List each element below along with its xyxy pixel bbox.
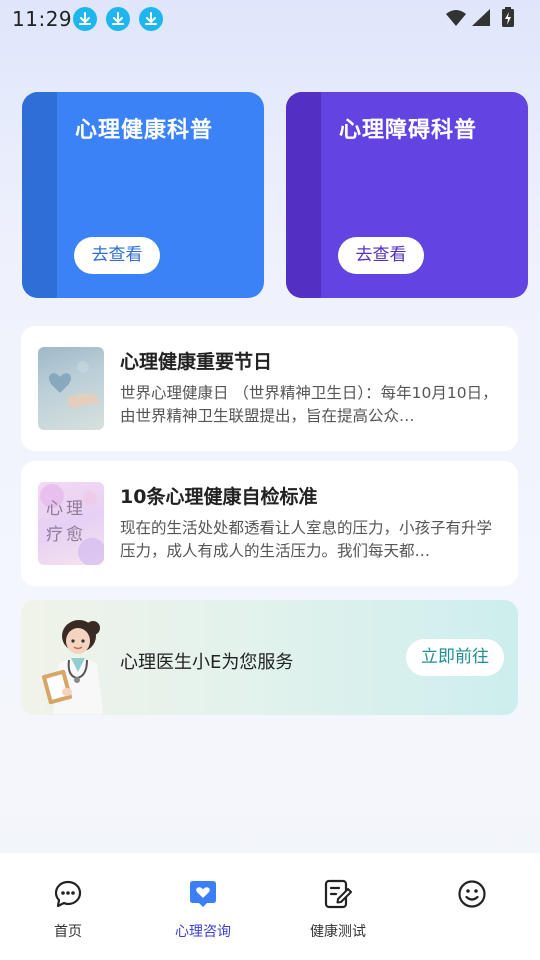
smiley-face-icon [458, 880, 486, 908]
wifi-icon [446, 10, 466, 26]
mental-disorder-science-card[interactable]: 心理障碍科普 去查看 [286, 92, 528, 298]
card-strip [22, 92, 57, 298]
chat-bubble-icon [54, 880, 82, 908]
heart-message-icon [190, 881, 216, 907]
status-icons [444, 6, 524, 30]
doctor-avatar [41, 620, 103, 714]
nav-item-profile[interactable] [417, 853, 527, 960]
download-icon [106, 7, 130, 31]
card-title: 心理障碍科普 [339, 118, 478, 143]
status-time: 11:29 [12, 7, 73, 31]
nav-item-health-test[interactable]: 健康测试 [283, 853, 393, 960]
nav-item-counseling[interactable]: 心理咨询 [148, 853, 258, 960]
mental-health-science-card[interactable]: 心理健康科普 去查看 [22, 92, 264, 298]
nav-label: 首页 [54, 924, 82, 940]
article-description: 世界心理健康日 （世界精神卫生日）：每年10月10日，由世界精神卫生联盟提出，旨… [120, 384, 498, 425]
download-icon [73, 7, 97, 31]
article-thumbnail [38, 347, 104, 430]
article-description: 现在的生活处处都透看让人室息的压力，小孩子有升学压力，成人有成人的生活压力。我们… [120, 519, 493, 560]
article-title: 心理健康重要节日 [120, 351, 273, 373]
article-title: 10条心理健康自检标准 [120, 486, 318, 508]
nav-label: 心理咨询 [175, 924, 231, 940]
edit-note-icon [324, 879, 352, 909]
article-thumbnail: 心理疗愈 [38, 482, 104, 565]
nav-label: 健康测试 [310, 924, 366, 940]
card-strip [286, 92, 321, 298]
doctor-service-banner[interactable]: 心理医生小E为您服务 立即前往 [21, 600, 518, 715]
card-title: 心理健康科普 [75, 118, 214, 143]
thumbnail-text: 心理疗愈 [46, 499, 86, 545]
article-card[interactable]: 心理健康重要节日 世界心理健康日 （世界精神卫生日）：每年10月10日，由世界精… [21, 326, 518, 451]
go-now-button[interactable]: 立即前往 [406, 639, 504, 676]
article-card[interactable]: 心理疗愈 10条心理健康自检标准 现在的生活处处都透看让人室息的压力，小孩子有升… [21, 461, 518, 586]
bottom-nav: 首页 心理咨询 健康测试 [0, 853, 540, 960]
heart-hand-image [49, 361, 100, 409]
nav-item-home[interactable]: 首页 [13, 853, 123, 960]
battery-charging-icon [502, 7, 514, 27]
download-icon [139, 7, 163, 31]
view-button[interactable]: 去查看 [338, 237, 424, 274]
doctor-service-text: 心理医生小E为您服务 [120, 652, 294, 673]
signal-icon [472, 9, 490, 26]
view-button[interactable]: 去查看 [74, 237, 160, 274]
status-bar: 11:29 [0, 0, 540, 38]
